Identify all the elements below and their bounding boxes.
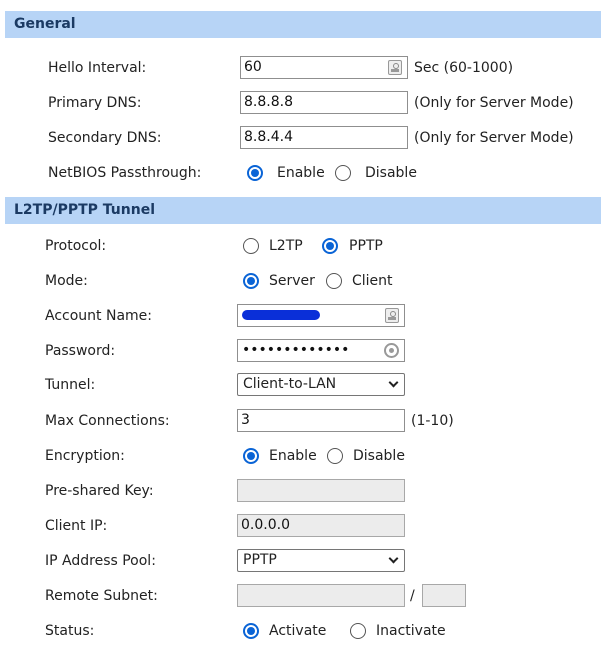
netbios-disable-label[interactable]: Disable bbox=[365, 165, 417, 181]
mode-label: Mode: bbox=[45, 273, 88, 289]
protocol-l2tp-radio[interactable] bbox=[243, 238, 259, 254]
chevron-down-icon bbox=[388, 377, 399, 388]
primary-dns-row: Primary DNS: 8.8.8.8 (Only for Server Mo… bbox=[0, 91, 601, 117]
netbios-disable-radio[interactable] bbox=[335, 165, 351, 181]
remote-subnet-row: Remote Subnet: / bbox=[0, 584, 601, 610]
chevron-down-icon bbox=[388, 553, 399, 564]
hello-interval-value: 60 bbox=[244, 59, 262, 75]
account-name-row: Account Name: bbox=[0, 304, 601, 330]
hello-interval-row: Hello Interval: 60 Sec (60-1000) bbox=[0, 56, 601, 82]
secondary-dns-value: 8.8.4.4 bbox=[244, 129, 293, 145]
status-row: Status: Activate Inactivate bbox=[0, 619, 601, 645]
max-connections-label: Max Connections: bbox=[45, 413, 170, 429]
secondary-dns-note: (Only for Server Mode) bbox=[414, 130, 574, 146]
account-name-label: Account Name: bbox=[45, 308, 152, 324]
mode-client-label[interactable]: Client bbox=[352, 273, 393, 289]
primary-dns-value: 8.8.8.8 bbox=[244, 94, 293, 110]
encryption-label: Encryption: bbox=[45, 448, 125, 464]
password-input[interactable]: ••••••••••••• bbox=[237, 339, 405, 362]
encryption-row: Encryption: Enable Disable bbox=[0, 444, 601, 470]
max-connections-note: (1-10) bbox=[411, 413, 454, 429]
netbios-label: NetBIOS Passthrough: bbox=[48, 165, 202, 181]
ip-pool-row: IP Address Pool: PPTP bbox=[0, 549, 601, 575]
password-reveal-icon[interactable] bbox=[384, 343, 399, 358]
tunnel-row: Tunnel: Client-to-LAN bbox=[0, 373, 601, 399]
preshared-key-row: Pre-shared Key: bbox=[0, 479, 601, 505]
encryption-disable-label[interactable]: Disable bbox=[353, 448, 405, 464]
tunnel-label: Tunnel: bbox=[45, 377, 96, 393]
client-ip-label: Client IP: bbox=[45, 518, 108, 534]
netbios-row: NetBIOS Passthrough: Enable Disable bbox=[0, 161, 601, 187]
max-connections-row: Max Connections: 3 (1-10) bbox=[0, 409, 601, 435]
mode-row: Mode: Server Client bbox=[0, 269, 601, 295]
client-ip-value: 0.0.0.0 bbox=[241, 517, 290, 533]
secondary-dns-row: Secondary DNS: 8.8.4.4 (Only for Server … bbox=[0, 126, 601, 152]
tunnel-selected-value: Client-to-LAN bbox=[243, 376, 337, 392]
remote-subnet-label: Remote Subnet: bbox=[45, 588, 158, 604]
primary-dns-label: Primary DNS: bbox=[48, 95, 142, 111]
remote-subnet-input[interactable] bbox=[237, 584, 405, 607]
ip-pool-label: IP Address Pool: bbox=[45, 553, 156, 569]
preshared-key-input[interactable] bbox=[237, 479, 405, 502]
protocol-pptp-radio[interactable] bbox=[322, 238, 338, 254]
status-label: Status: bbox=[45, 623, 95, 639]
password-row: Password: ••••••••••••• bbox=[0, 339, 601, 365]
encryption-enable-radio[interactable] bbox=[243, 448, 259, 464]
hello-interval-note: Sec (60-1000) bbox=[414, 60, 514, 76]
password-label: Password: bbox=[45, 343, 116, 359]
tunnel-section-header: L2TP/PPTP Tunnel bbox=[5, 197, 601, 224]
status-inactivate-label[interactable]: Inactivate bbox=[376, 623, 446, 639]
max-connections-input[interactable]: 3 bbox=[237, 409, 405, 432]
tunnel-select[interactable]: Client-to-LAN bbox=[237, 373, 405, 396]
primary-dns-input[interactable]: 8.8.8.8 bbox=[240, 91, 408, 114]
secondary-dns-label: Secondary DNS: bbox=[48, 130, 162, 146]
ip-pool-selected-value: PPTP bbox=[243, 552, 277, 568]
ip-pool-select[interactable]: PPTP bbox=[237, 549, 405, 572]
password-mask: ••••••••••••• bbox=[242, 342, 350, 358]
protocol-pptp-label[interactable]: PPTP bbox=[349, 238, 383, 254]
protocol-l2tp-label[interactable]: L2TP bbox=[269, 238, 303, 254]
netbios-enable-label[interactable]: Enable bbox=[277, 165, 325, 181]
encryption-enable-label[interactable]: Enable bbox=[269, 448, 317, 464]
protocol-row: Protocol: L2TP PPTP bbox=[0, 234, 601, 260]
hello-interval-input[interactable]: 60 bbox=[240, 56, 408, 79]
hello-interval-label: Hello Interval: bbox=[48, 60, 147, 76]
mode-server-radio[interactable] bbox=[243, 273, 259, 289]
status-activate-radio[interactable] bbox=[243, 623, 259, 639]
account-name-input[interactable] bbox=[237, 304, 405, 327]
general-section-header: General bbox=[5, 11, 601, 38]
netbios-enable-radio[interactable] bbox=[247, 165, 263, 181]
protocol-label: Protocol: bbox=[45, 238, 107, 254]
secondary-dns-input[interactable]: 8.8.4.4 bbox=[240, 126, 408, 149]
primary-dns-note: (Only for Server Mode) bbox=[414, 95, 574, 111]
client-ip-input[interactable]: 0.0.0.0 bbox=[237, 514, 405, 537]
contact-card-icon[interactable] bbox=[385, 308, 399, 323]
mode-client-radio[interactable] bbox=[326, 273, 342, 289]
remote-subnet-separator: / bbox=[410, 588, 415, 604]
remote-subnet-mask-input[interactable] bbox=[422, 584, 466, 607]
mode-server-label[interactable]: Server bbox=[269, 273, 315, 289]
status-inactivate-radio[interactable] bbox=[350, 623, 366, 639]
redaction-scribble bbox=[242, 310, 320, 320]
encryption-disable-radio[interactable] bbox=[327, 448, 343, 464]
max-connections-value: 3 bbox=[241, 412, 250, 428]
contact-card-icon[interactable] bbox=[388, 60, 402, 75]
client-ip-row: Client IP: 0.0.0.0 bbox=[0, 514, 601, 540]
status-activate-label[interactable]: Activate bbox=[269, 623, 326, 639]
preshared-key-label: Pre-shared Key: bbox=[45, 483, 154, 499]
